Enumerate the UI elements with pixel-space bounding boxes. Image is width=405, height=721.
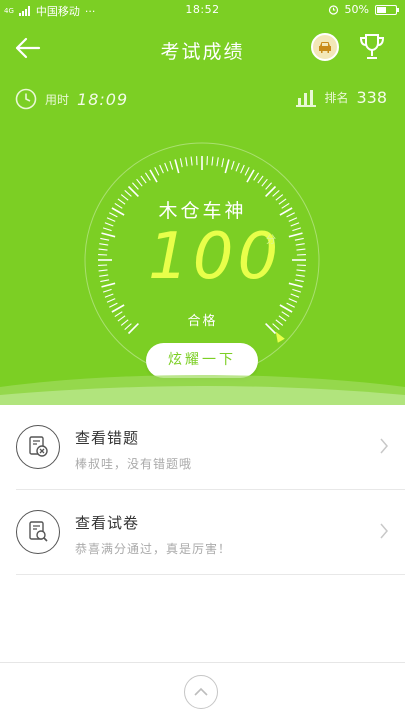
- gauge-tick: [254, 173, 259, 181]
- battery-percent: 50%: [345, 3, 369, 16]
- rank-label: 排名: [324, 89, 348, 106]
- gauge-tick: [99, 244, 108, 245]
- wave-decoration: [0, 365, 405, 405]
- gauge-tick: [155, 167, 159, 175]
- status-bar: 4G 中国移动 ··· 18:52 50%: [0, 0, 405, 22]
- gauge-tick: [165, 163, 168, 171]
- gauge-tick: [266, 183, 272, 190]
- gauge-tick: [103, 289, 112, 292]
- pass-status: 合格: [0, 310, 405, 329]
- gauge-tick: [145, 173, 150, 181]
- gauge-tick: [150, 170, 157, 182]
- gauge-tick: [225, 160, 229, 174]
- rank: 排名 338: [296, 88, 387, 107]
- car-button[interactable]: [311, 33, 339, 61]
- chevron-right-icon: [379, 522, 389, 540]
- gauge-tick: [292, 228, 301, 231]
- gauge-tick: [102, 233, 116, 237]
- gauge-tick: [105, 294, 113, 297]
- item-subtitle: 恭喜满分通过，真是厉害！: [75, 540, 231, 557]
- gauge-tick: [160, 165, 164, 173]
- result-header: 4G 中国移动 ··· 18:52 50% 考试成绩: [0, 0, 405, 405]
- gauge-tick: [222, 158, 224, 167]
- gauge-tick: [289, 283, 303, 287]
- item-subtitle: 棒叔哇，没有错题哦: [75, 455, 192, 472]
- time-used: 用时 18:09: [15, 88, 128, 110]
- gauge-tick: [245, 167, 249, 175]
- gauge-tick: [236, 163, 239, 171]
- gauge-tick: [289, 299, 297, 303]
- nav-bar: 考试成绩: [0, 28, 405, 68]
- gauge-tick: [296, 244, 305, 245]
- time-value: 18:09: [77, 90, 128, 109]
- gauge-tick: [231, 161, 234, 170]
- gauge-tick: [100, 280, 109, 282]
- gauge-tick: [292, 289, 301, 292]
- chevron-up-icon: [193, 687, 209, 697]
- gauge-tick: [296, 275, 305, 276]
- gauge-tick: [132, 183, 138, 190]
- car-icon: [317, 40, 333, 54]
- item-title: 查看错题: [75, 427, 139, 448]
- gauge-tick: [291, 294, 299, 297]
- gauge-tick: [289, 233, 303, 237]
- gauge-pointer: [276, 332, 285, 343]
- gauge-tick: [99, 275, 108, 276]
- gauge-tick: [291, 223, 299, 226]
- bottom-bar: [0, 662, 405, 721]
- alarm-icon: [328, 4, 339, 15]
- list-item-wrong-questions[interactable]: 查看错题 棒叔哇，没有错题哦: [0, 405, 405, 489]
- chevron-right-icon: [379, 437, 389, 455]
- rank-title: 木仓车神: [0, 196, 405, 223]
- bar-chart-icon: [296, 89, 316, 107]
- scroll-up-button[interactable]: [184, 675, 218, 709]
- score-value: 100: [148, 222, 282, 292]
- wrong-questions-icon: [16, 425, 60, 469]
- gauge-tick: [297, 249, 306, 250]
- gauge-tick: [287, 303, 295, 307]
- gauge-tick: [103, 228, 112, 231]
- gauge-tick: [107, 299, 115, 303]
- gauge-tick: [102, 283, 116, 287]
- gauge-tick: [191, 157, 192, 166]
- gauge-tick: [186, 157, 187, 166]
- gauge-tick: [99, 270, 108, 271]
- gauge-tick: [258, 176, 263, 183]
- info-row: 用时 18:09 排名 338: [0, 88, 405, 114]
- gauge-tick: [137, 179, 143, 186]
- list-item-exam-paper[interactable]: 查看试卷 恭喜满分通过，真是厉害！: [0, 490, 405, 574]
- battery-icon: [375, 5, 397, 15]
- rank-value: 338: [356, 88, 387, 107]
- gauge-tick: [141, 176, 146, 183]
- gauge-tick: [99, 249, 108, 250]
- gauge-tick: [217, 157, 218, 166]
- gauge-tick: [105, 223, 113, 226]
- gauge-tick: [262, 179, 268, 186]
- time-label: 用时: [45, 91, 69, 108]
- exam-paper-icon: [16, 510, 60, 554]
- trophy-icon[interactable]: [358, 32, 386, 62]
- divider: [16, 574, 405, 575]
- gauge-tick: [295, 280, 304, 282]
- gauge-tick: [212, 157, 213, 166]
- gauge-tick: [241, 165, 245, 173]
- page-title: 考试成绩: [0, 37, 405, 64]
- gauge-tick: [295, 238, 304, 240]
- score-unit: 分: [266, 231, 276, 246]
- gauge-tick: [100, 238, 109, 240]
- gauge-tick: [297, 270, 306, 271]
- gauge-tick: [180, 158, 182, 167]
- gauge-tick: [109, 303, 117, 307]
- gauge-tick: [247, 170, 254, 182]
- gauge-tick: [175, 160, 179, 174]
- clock-icon: [15, 88, 37, 110]
- gauge-tick: [170, 161, 173, 170]
- item-title: 查看试卷: [75, 512, 139, 533]
